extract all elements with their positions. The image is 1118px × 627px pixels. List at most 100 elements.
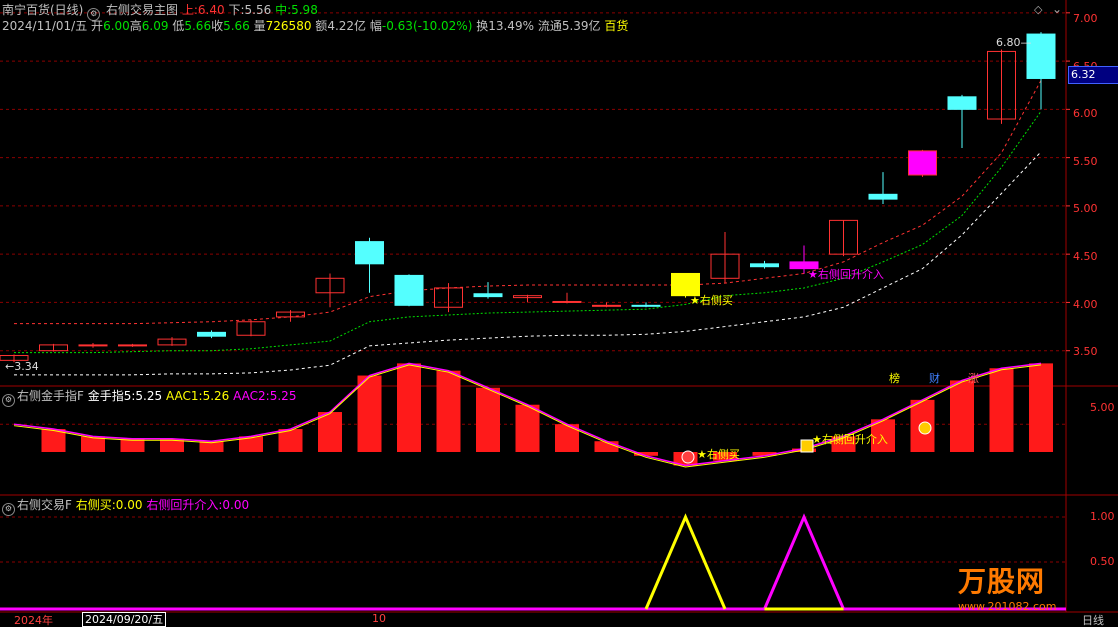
watermark-url: www.201082.com bbox=[958, 600, 1057, 613]
lower-label: 下: bbox=[228, 3, 245, 17]
upper-value: 6.40 bbox=[197, 3, 225, 17]
money-bag-icon bbox=[918, 421, 932, 435]
y-tick-3.50: 3.50 bbox=[1073, 345, 1098, 358]
candle-body bbox=[908, 150, 937, 176]
y-tick-5.50: 5.50 bbox=[1073, 155, 1098, 168]
candle-body bbox=[355, 241, 384, 265]
watermark-logo: 万股网 bbox=[958, 565, 1046, 598]
pane3-y-tick-1: 1.00 bbox=[1090, 510, 1115, 523]
gold-finger-bar bbox=[357, 375, 382, 452]
high-value: 6.09 bbox=[141, 19, 169, 33]
candle-body bbox=[592, 304, 621, 307]
candle-body bbox=[473, 293, 503, 298]
candle-body bbox=[552, 300, 582, 303]
pane2-value-1: 5.25 bbox=[135, 389, 163, 403]
pane3-label-1: 右侧买: bbox=[75, 498, 116, 512]
low-label: 低 bbox=[172, 19, 185, 33]
pane2-y-tick: 5.00 bbox=[1090, 401, 1115, 414]
buy-signal-label: ★右侧买 bbox=[690, 294, 733, 307]
y-tick-5.00: 5.00 bbox=[1073, 202, 1098, 215]
expand-icon[interactable]: ⌄ bbox=[1052, 2, 1062, 16]
pane2-rise-signal: ★右侧回升介入 bbox=[812, 433, 888, 446]
high-marker: 6.80— bbox=[996, 36, 1032, 49]
stock-chart-window: { "header": { "stock_name": "南宁百货(日线)", … bbox=[0, 0, 1118, 627]
lower-value: 5.56 bbox=[244, 3, 272, 17]
rise-signal-triangle bbox=[763, 513, 845, 610]
lower-band-line bbox=[14, 151, 1042, 376]
pane2-header: ⚙ 右侧金手指F 金手指5:5.25 AAC1:5.26 AAC2:5.25 bbox=[2, 388, 297, 407]
settings-icon[interactable]: ⚙ bbox=[2, 394, 15, 407]
low-marker: ←3.34 bbox=[5, 360, 39, 373]
gold-finger-bar bbox=[989, 368, 1014, 452]
pane3-value-2: 0.00 bbox=[222, 498, 250, 512]
gold-finger-bar bbox=[397, 363, 421, 452]
chart-canvas[interactable] bbox=[0, 0, 1118, 627]
limit-up-button[interactable]: 涨 bbox=[968, 372, 979, 386]
open-label: 开 bbox=[91, 19, 104, 33]
gold-finger-bar bbox=[318, 412, 342, 452]
y-tick-4.50: 4.50 bbox=[1073, 250, 1098, 263]
candle-body bbox=[947, 96, 977, 110]
candle-body bbox=[631, 304, 661, 307]
finance-button[interactable]: 财 bbox=[929, 372, 940, 386]
close-label: 收 bbox=[211, 19, 224, 33]
candle-body bbox=[868, 193, 898, 200]
sector[interactable]: 百货 bbox=[604, 19, 628, 33]
amount-value: 4.22亿 bbox=[327, 19, 367, 33]
pane2-buy-signal: ★右侧买 bbox=[697, 448, 740, 461]
pane2-value-2: 5.26 bbox=[202, 389, 230, 403]
change-value: -0.63(-10.02%) bbox=[381, 19, 473, 33]
stock-name[interactable]: 南宁百货(日线) bbox=[2, 3, 83, 17]
y-tick-6.00: 6.00 bbox=[1073, 107, 1098, 120]
float-shares: 流通5.39亿 bbox=[537, 19, 601, 33]
y-tick-7.00: 7.00 bbox=[1073, 12, 1098, 25]
buy-signal-triangle bbox=[644, 513, 727, 610]
diamond-icon[interactable]: ◇ bbox=[1034, 3, 1042, 16]
pane3-value-1: 0.00 bbox=[115, 498, 143, 512]
date: 2024/11/01/五 bbox=[2, 19, 88, 33]
mid-label: 中: bbox=[275, 3, 292, 17]
turnover: 换13.49% bbox=[476, 19, 534, 33]
pane2-value-3: 5.25 bbox=[269, 389, 297, 403]
settings-icon[interactable]: ⚙ bbox=[2, 503, 15, 516]
candle-body bbox=[394, 274, 424, 306]
current-price-tag: 6.32 bbox=[1068, 66, 1118, 84]
amount-label: 额 bbox=[315, 19, 328, 33]
candle-body bbox=[78, 344, 108, 347]
candle-body bbox=[750, 263, 779, 268]
buy-coin-icon bbox=[681, 450, 695, 464]
upper-band-line bbox=[14, 80, 1042, 325]
pane2-label-2: AAC1: bbox=[165, 389, 203, 403]
change-label: 幅 bbox=[369, 19, 382, 33]
close-value: 5.66 bbox=[223, 19, 250, 33]
candle-body bbox=[118, 344, 147, 347]
volume-label: 量 bbox=[253, 19, 266, 33]
pane2-label-3: AAC2: bbox=[233, 389, 270, 403]
pane2-label-1: 金手指5: bbox=[87, 389, 136, 403]
candle-body bbox=[197, 331, 226, 337]
rise-signal-label: ★右侧回升介入 bbox=[808, 268, 884, 281]
gold-finger-bar bbox=[436, 370, 461, 452]
pane3-name[interactable]: 右侧交易F bbox=[17, 498, 72, 512]
header-line-2: 2024/11/01/五 开6.00高6.09 低5.66收5.66 量7265… bbox=[2, 18, 628, 34]
cursor-date-box: 2024/09/20/五 bbox=[82, 612, 167, 627]
pane3-header: ⚙ 右侧交易F 右侧买:0.00 右侧回升介入:0.00 bbox=[2, 497, 250, 516]
ranking-button[interactable]: 榜 bbox=[889, 372, 900, 386]
mid-band-line bbox=[14, 111, 1042, 354]
x-year-label: 2024年 bbox=[14, 614, 53, 627]
pane2-name[interactable]: 右侧金手指F bbox=[17, 389, 84, 403]
low-value: 5.66 bbox=[184, 19, 212, 33]
high-label: 高 bbox=[129, 19, 142, 33]
indicator-name[interactable]: 右侧交易主图 bbox=[106, 3, 178, 17]
open-value: 6.00 bbox=[103, 19, 130, 33]
volume-value: 726580 bbox=[265, 19, 312, 33]
gold-finger-bar bbox=[950, 380, 974, 452]
header-line-1: 南宁百货(日线) ⚙ 右侧交易主图 上:6.40 下:5.56 中:5.98 bbox=[2, 2, 318, 21]
pane3-label-2: 右侧回升介入: bbox=[146, 498, 223, 512]
x-month-label: 10 bbox=[372, 612, 386, 625]
period-label[interactable]: 日线 bbox=[1082, 612, 1104, 627]
y-tick-4.00: 4.00 bbox=[1073, 298, 1098, 311]
gold-finger-bar bbox=[515, 404, 540, 452]
pane3-y-tick-0.5: 0.50 bbox=[1090, 555, 1115, 568]
gold-finger-bar bbox=[1029, 363, 1053, 452]
